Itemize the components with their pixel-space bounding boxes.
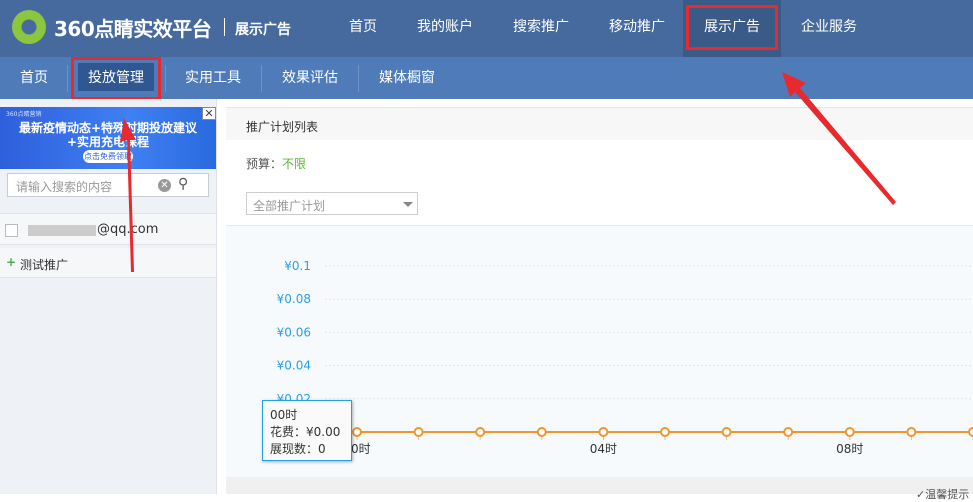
data-point <box>844 427 855 437</box>
x-tick-label: 08时 <box>836 442 863 456</box>
data-point <box>536 427 547 437</box>
annotation-arrow <box>120 118 136 272</box>
y-tick-label: ¥0.04 <box>277 359 311 373</box>
tooltip-cost: 花费：¥0.00 <box>270 425 341 439</box>
data-point <box>598 427 609 437</box>
data-point <box>660 427 670 437</box>
x-tick-label: 04时 <box>590 442 617 456</box>
data-point <box>783 427 794 437</box>
y-tick-label: ¥0.08 <box>277 292 311 306</box>
chart-overlay: ¥0.1¥0.08¥0.06¥0.04¥0.02¥000时04时08时 <box>120 72 973 456</box>
data-point <box>475 427 486 437</box>
data-point <box>352 427 362 437</box>
chart-tooltip: 00时 花费：¥0.00 展现数：0 <box>262 400 352 461</box>
data-point <box>968 427 973 437</box>
tooltip-impressions: 展现数：0 <box>270 442 326 456</box>
y-tick-label: ¥0.06 <box>277 325 311 339</box>
annotation-arrow <box>782 72 896 205</box>
data-point <box>721 427 732 437</box>
data-point <box>906 427 917 437</box>
data-point <box>413 427 424 437</box>
tooltip-title: 00时 <box>270 408 298 422</box>
y-tick-label: ¥0.1 <box>284 259 311 273</box>
